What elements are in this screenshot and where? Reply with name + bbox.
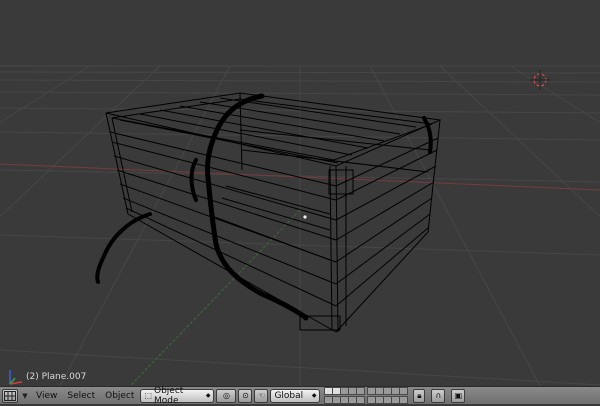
layer-button[interactable] — [399, 396, 409, 404]
layer-buttons[interactable] — [324, 387, 411, 404]
dropdown-arrows-icon: ◆ — [311, 392, 317, 399]
orientation-dropdown-label: Global — [274, 390, 304, 401]
pivot-button[interactable]: ⊙ — [238, 388, 253, 403]
layer-button[interactable] — [356, 387, 366, 395]
crate-wireframe[interactable] — [105, 92, 442, 333]
menu-object[interactable]: Object — [101, 389, 138, 403]
collapse-menu-icon[interactable]: ▼ — [20, 389, 30, 403]
editor-type-button[interactable] — [2, 388, 18, 403]
viewport-header: ▼ View Select Object ⬚ Object Mode ◆ ◎ ⊙… — [0, 385, 600, 406]
manipulator-toggle[interactable]: ☜ — [254, 388, 269, 403]
pivot-icon: ⊙ — [242, 391, 249, 400]
chain-right[interactable] — [422, 116, 433, 154]
axis-gizmo-icon — [9, 370, 23, 385]
dropdown-arrows-icon: ◆ — [205, 392, 211, 399]
render-button[interactable]: ▣ — [451, 388, 466, 403]
lock-icon: 🔒︎ — [417, 390, 422, 400]
menu-select[interactable]: Select — [63, 389, 99, 403]
orientation-dropdown[interactable]: Global ◆ — [270, 388, 321, 403]
viewport-canvas[interactable] — [0, 0, 600, 386]
layer-button[interactable] — [399, 387, 409, 395]
mode-dropdown[interactable]: ⬚ Object Mode ◆ — [140, 385, 215, 406]
3d-viewport[interactable]: (2) Plane.007 — [0, 0, 600, 386]
floor-grid — [0, 65, 600, 386]
magnet-icon: ∩ — [435, 391, 442, 400]
camera-icon: ▣ — [454, 391, 463, 400]
menu-view[interactable]: View — [32, 389, 61, 403]
object-origin[interactable] — [303, 215, 307, 219]
chain-left[interactable] — [95, 212, 152, 284]
object-mode-icon: ⬚ — [144, 391, 152, 400]
snap-button[interactable]: ∩ — [431, 388, 446, 403]
lock-button[interactable]: 🔒︎ — [413, 388, 426, 403]
chain-center[interactable] — [189, 93, 309, 321]
wireframe-sphere-icon: ◎ — [222, 391, 230, 400]
grid-icon — [4, 390, 16, 401]
shading-dropdown[interactable]: ◎ — [216, 388, 237, 403]
hand-icon: ☜ — [257, 391, 266, 400]
object-name-label: (2) Plane.007 — [26, 372, 87, 382]
mode-dropdown-label: Object Mode — [154, 385, 184, 406]
layer-button[interactable] — [356, 396, 366, 404]
